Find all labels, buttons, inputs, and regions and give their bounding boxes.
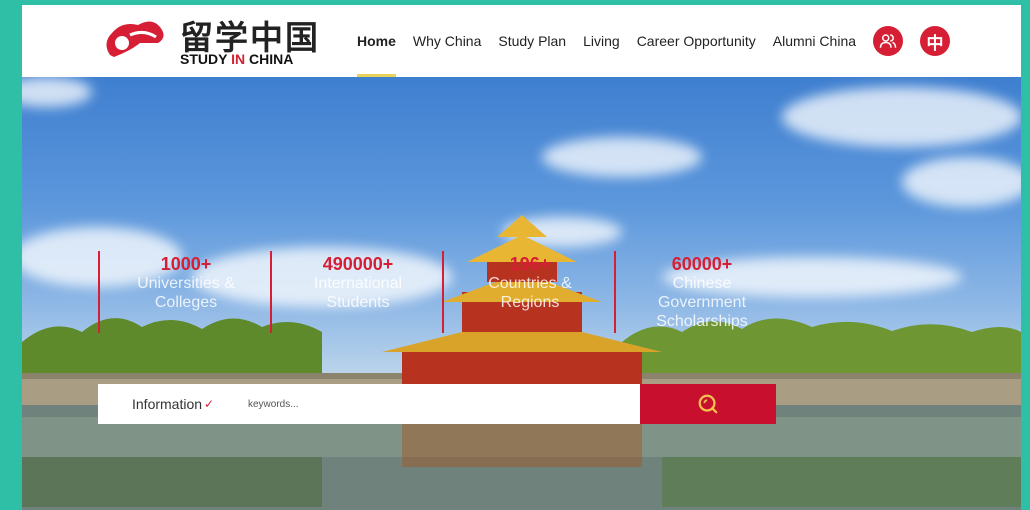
stat-label-line2: Students	[326, 294, 390, 311]
nav-item-living[interactable]: Living	[583, 5, 620, 77]
user-account-button[interactable]	[873, 26, 904, 56]
stat-label-line1: Countries &	[488, 275, 572, 292]
search-bar: Information ✓	[98, 384, 776, 424]
logo-english-text: STUDY IN CHINA	[180, 51, 293, 67]
stat-international-students: 490000+ International Students	[272, 254, 444, 312]
logo-en-part3: CHINA	[245, 51, 294, 67]
stat-label-line2: Regions	[500, 294, 560, 311]
user-group-icon	[879, 34, 897, 48]
language-switch-button[interactable]: 中	[920, 26, 951, 56]
stat-number: 60000+	[671, 254, 733, 274]
stat-number: 1000+	[160, 254, 212, 274]
main-nav: Home Why China Study Plan Living Career …	[357, 5, 951, 77]
search-category-label: Information	[132, 396, 203, 412]
stat-countries: 196+ Countries & Regions	[444, 254, 616, 312]
chevron-down-icon: ✓	[204, 397, 215, 411]
search-button[interactable]	[640, 384, 776, 424]
search-category-dropdown[interactable]: Information ✓	[132, 384, 214, 424]
stat-label-line2: Colleges	[154, 294, 218, 311]
stat-label-line3: Scholarships	[656, 313, 748, 330]
logo-en-part1: STUDY	[180, 51, 232, 67]
search-icon	[698, 394, 718, 414]
stat-label-line2: Government	[657, 294, 747, 311]
stat-number: 196+	[509, 254, 551, 274]
stat-label-line1: Universities &	[137, 275, 235, 292]
site-header: 留学中国 STUDY IN CHINA Home Why China Study…	[22, 5, 1021, 77]
search-input[interactable]	[248, 384, 628, 424]
nav-item-home[interactable]: Home	[357, 5, 396, 77]
nav-item-study-plan[interactable]: Study Plan	[498, 5, 566, 77]
stat-scholarships: 60000+ Chinese Government Scholarships	[616, 254, 788, 331]
page: 留学中国 STUDY IN CHINA Home Why China Study…	[22, 5, 1021, 510]
logo-en-in: IN	[231, 51, 246, 67]
stat-universities: 1000+ Universities & Colleges	[100, 254, 272, 312]
logo-mark-icon	[106, 21, 164, 58]
nav-item-why-china[interactable]: Why China	[413, 5, 481, 77]
nav-item-career-opportunity[interactable]: Career Opportunity	[637, 5, 756, 77]
nav-item-alumni-china[interactable]: Alumni China	[773, 5, 856, 77]
stat-number: 490000+	[322, 254, 394, 274]
stat-label-line1: Chinese	[672, 275, 732, 292]
site-logo[interactable]: 留学中国 STUDY IN CHINA	[100, 11, 318, 69]
stat-label-line1: International	[313, 275, 403, 292]
